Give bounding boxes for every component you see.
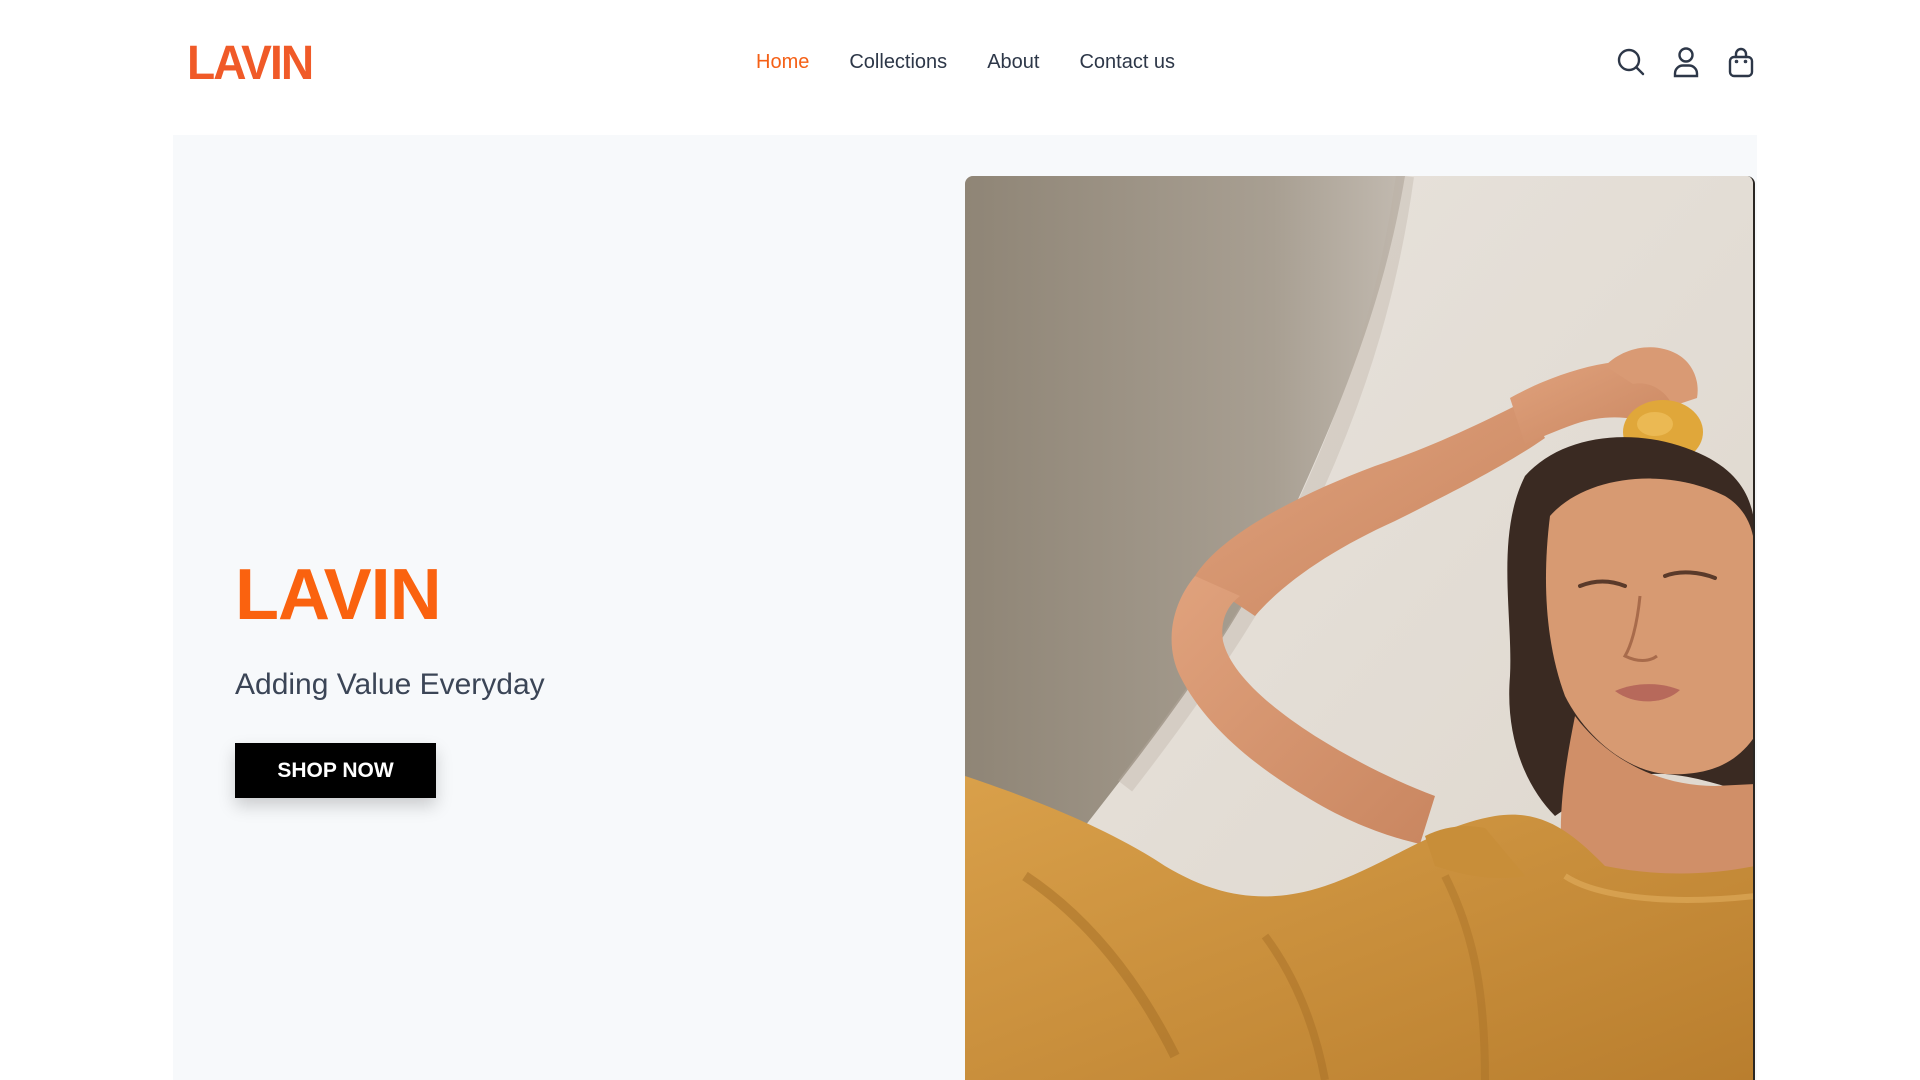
site-header: LAVIN Home Collections About Contact us bbox=[0, 0, 1920, 125]
search-icon[interactable] bbox=[1616, 46, 1646, 78]
user-icon[interactable] bbox=[1671, 46, 1701, 78]
hero-subtitle: Adding Value Everyday bbox=[235, 668, 545, 701]
shopping-bag-icon[interactable] bbox=[1726, 46, 1756, 78]
hero-image bbox=[965, 176, 1755, 1080]
page: LAVIN Home Collections About Contact us bbox=[0, 0, 1920, 1080]
hero-title: LAVIN bbox=[235, 555, 442, 635]
nav-item-contact[interactable]: Contact us bbox=[1079, 48, 1175, 76]
hero-section: LAVIN Adding Value Everyday SHOP NOW bbox=[173, 135, 1757, 1080]
main-nav: Home Collections About Contact us bbox=[756, 48, 1175, 76]
nav-item-collections[interactable]: Collections bbox=[849, 48, 947, 76]
header-actions bbox=[1616, 46, 1756, 78]
nav-item-about[interactable]: About bbox=[987, 48, 1039, 76]
nav-item-home[interactable]: Home bbox=[756, 48, 809, 76]
brand-logo[interactable]: LAVIN bbox=[187, 36, 314, 92]
shop-now-button[interactable]: SHOP NOW bbox=[235, 743, 436, 798]
